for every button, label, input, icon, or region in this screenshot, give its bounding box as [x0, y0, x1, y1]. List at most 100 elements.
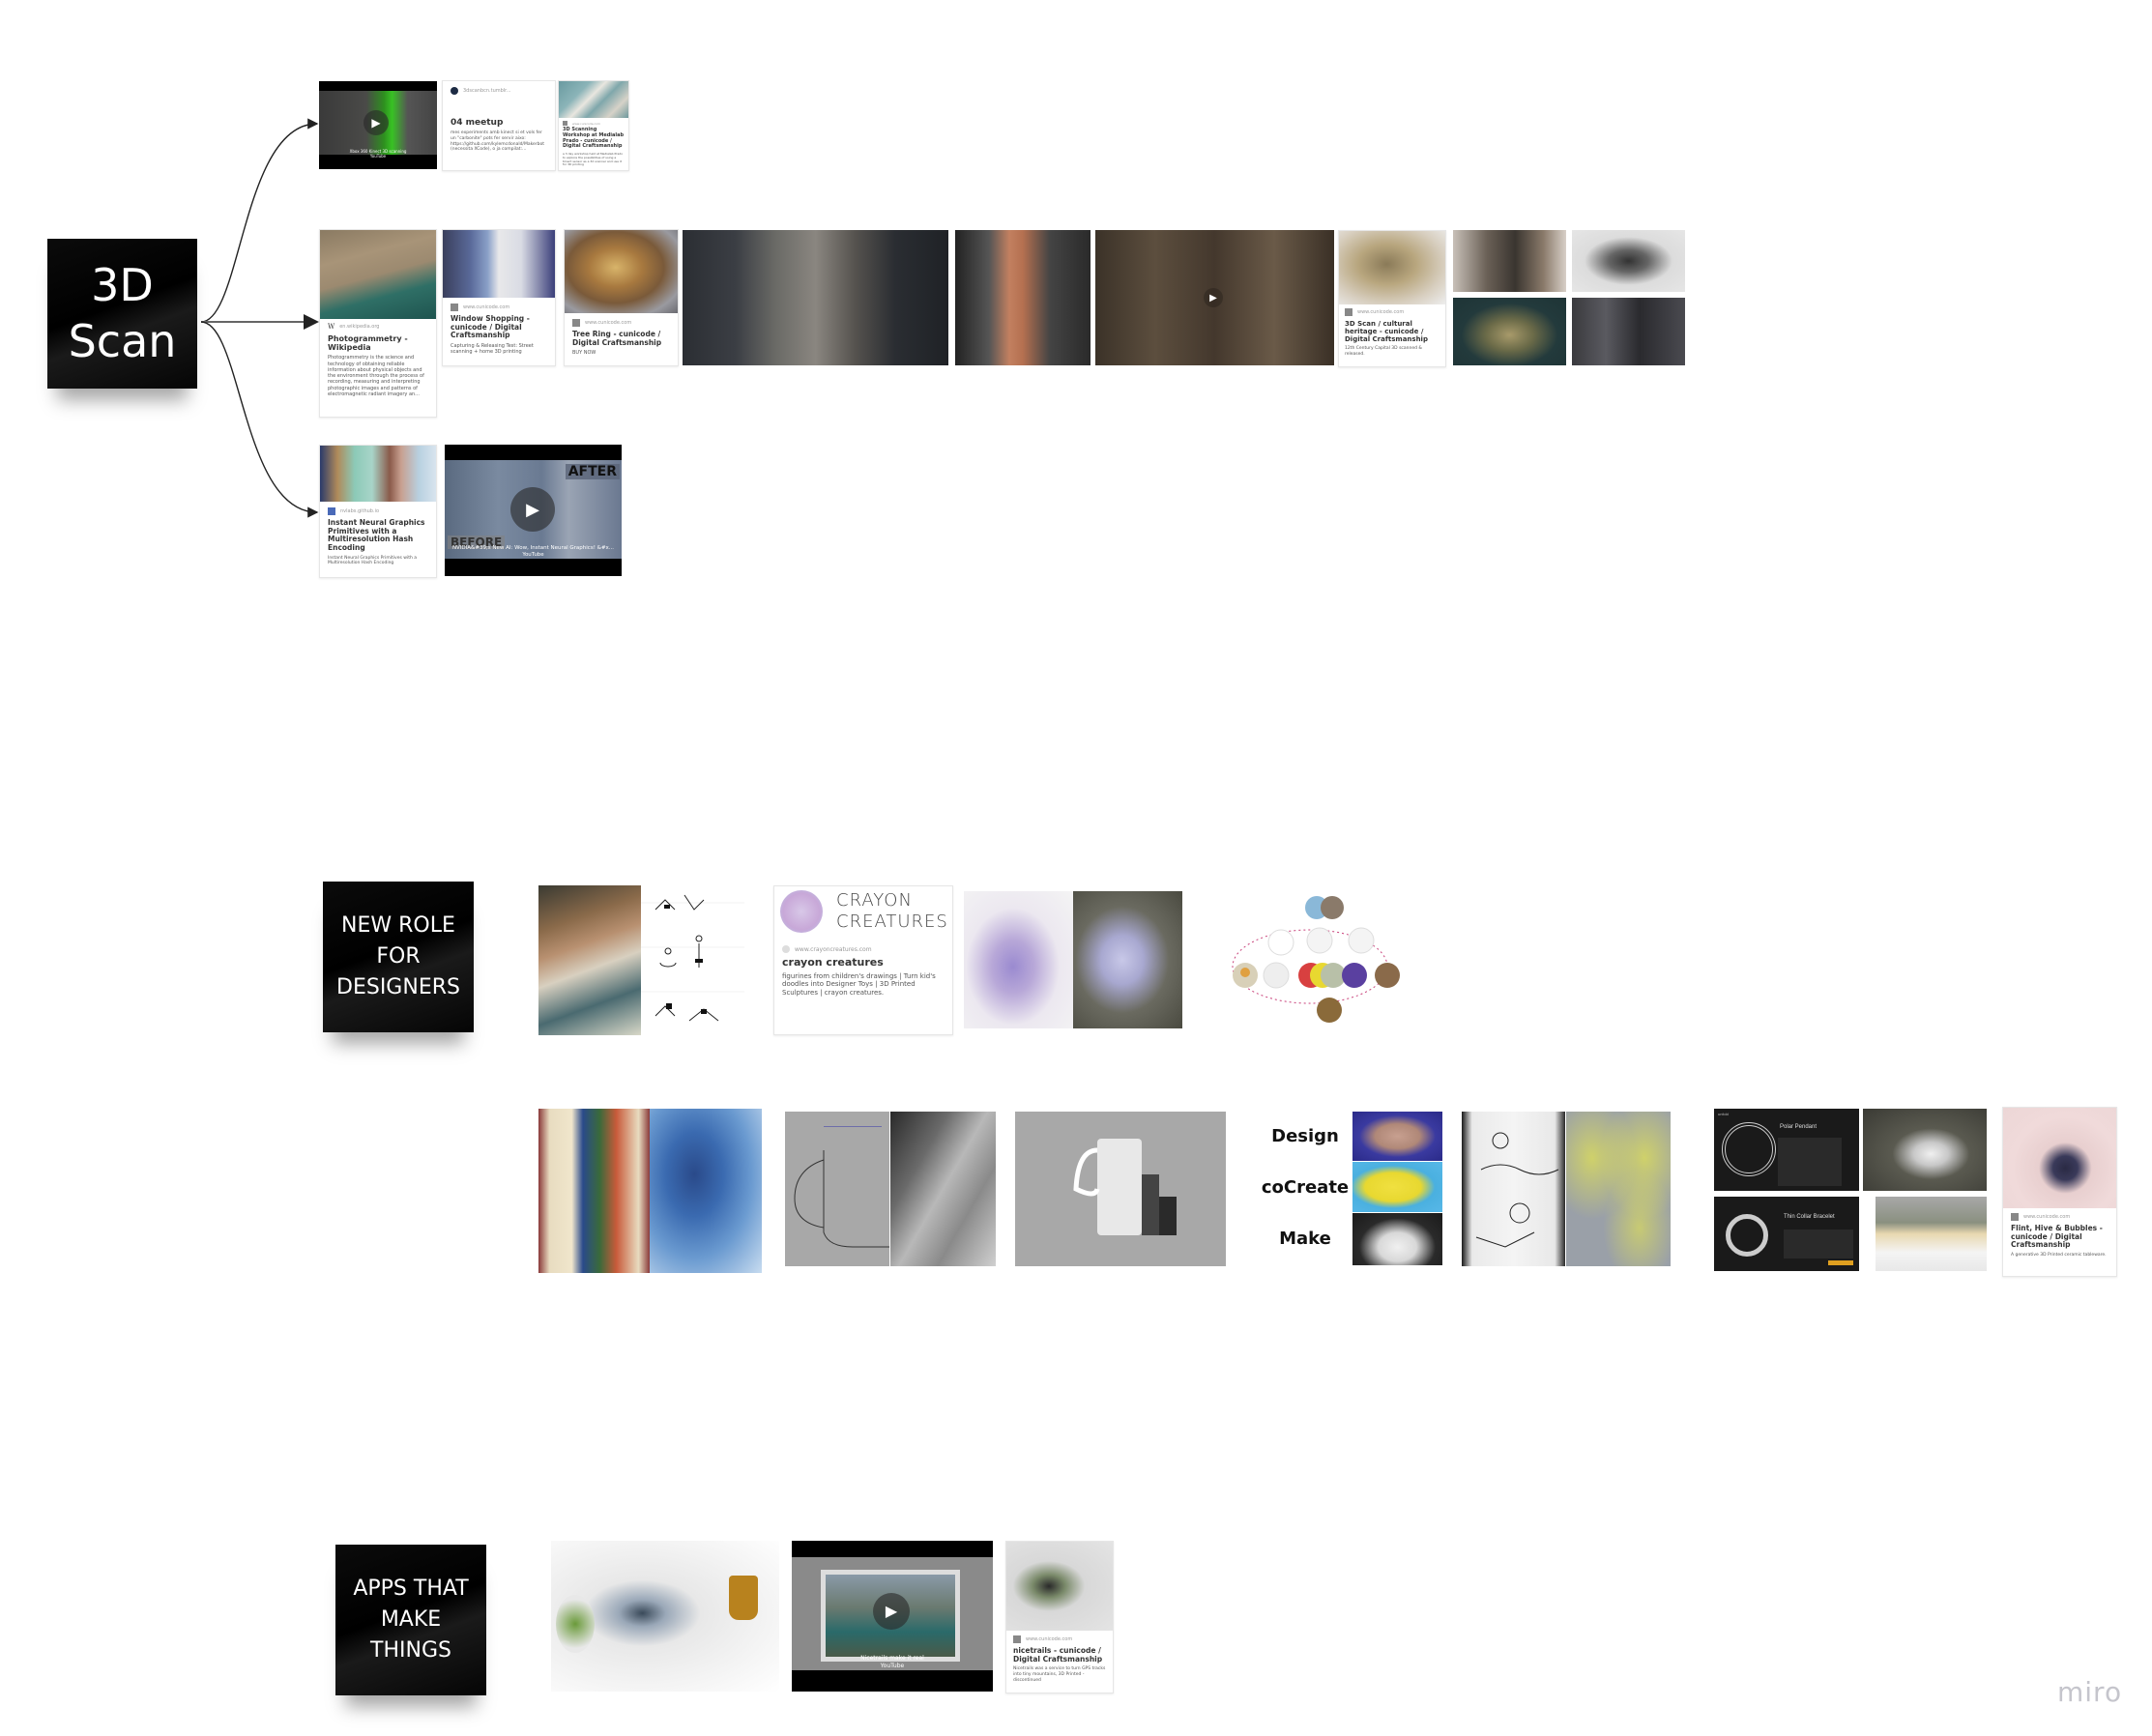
card-thumbnail [443, 230, 555, 298]
crayon-creatures-logo: CRAYON CREATURES [774, 886, 952, 940]
image-scanned-statues[interactable] [1453, 298, 1566, 365]
card-description: a 3 day workshop held at Medialab Prado … [563, 152, 624, 167]
label-make: Make [1279, 1229, 1331, 1249]
image-polyhedron-yellow[interactable] [1352, 1162, 1442, 1212]
video-capital-scan[interactable]: ▶ [1095, 230, 1334, 365]
card-title: Flint, Hive & Bubbles - cunicode / Digit… [2011, 1224, 2103, 1250]
sticky-apps-that-make-things[interactable]: APPS THAT MAKE THINGS [335, 1545, 486, 1695]
link-card-04-meetup[interactable]: 3dscanbcn.tumblr... 04 meetup mes experi… [442, 80, 556, 171]
image-hands-carving[interactable] [890, 1112, 996, 1266]
image-cup-technical-drawing[interactable] [785, 1112, 889, 1266]
link-card-window-shopping[interactable]: www.cunicode.com Window Shopping - cunic… [442, 229, 556, 366]
play-icon[interactable]: ▶ [1204, 288, 1223, 307]
image-medieval-goldsmith[interactable] [538, 1109, 650, 1273]
video-source: YouTube [522, 552, 544, 559]
sticky-line-2: FOR [376, 944, 421, 969]
card-thumbnail [320, 446, 436, 502]
site-favicon [1345, 308, 1352, 316]
pot-plant [729, 1576, 758, 1620]
cups-render-svg [1073, 1139, 1177, 1235]
image-car-designers-vintage[interactable] [538, 885, 641, 1035]
bracelet-title: Thin Collar Bracelet [1784, 1214, 1835, 1220]
play-icon[interactable]: ▶ [510, 487, 555, 532]
link-card-instant-neural-graphics[interactable]: nvlabs.github.io Instant Neural Graphics… [319, 445, 437, 578]
video-kinect-scanning[interactable]: ▶ Xbox 360 Kinect 3D scanning YouTube [319, 81, 437, 169]
card-title: Photogrammetry - Wikipedia [328, 334, 408, 353]
image-photogrammetry-software-screenshot[interactable] [683, 230, 948, 365]
image-point-cloud-screenshot[interactable] [955, 230, 1091, 365]
cycle-diagram-svg [1232, 896, 1400, 1023]
site-favicon [451, 87, 458, 95]
video-caption: Nicetrails make it real [860, 1655, 924, 1662]
card-site: nvlabs.github.io [340, 508, 380, 514]
sticky-3d-scan[interactable]: 3D Scan [47, 239, 197, 389]
card-thumbnail [320, 230, 436, 319]
link-card-photogrammetry-wikipedia[interactable]: Wen.wikipedia.org Photogrammetry - Wikip… [319, 229, 437, 418]
image-giraffe-drawing[interactable] [964, 891, 1073, 1028]
image-polyhedron-vase[interactable] [1352, 1213, 1442, 1265]
image-bracelet-app[interactable]: Thin Collar Bracelet [1714, 1197, 1859, 1271]
site-favicon [328, 507, 335, 515]
card-description: Nicetrails was a service to turn GPS tra… [1013, 1666, 1106, 1683]
crayon-face-icon [780, 890, 823, 933]
video-nvidia-instant-neural-graphics[interactable]: AFTER BEFORE ▶ NVIDIA&#39;s New AI: Wow,… [445, 445, 622, 576]
image-scanned-object-gray[interactable] [1572, 230, 1685, 292]
image-giraffe-3d-print[interactable] [1073, 891, 1182, 1028]
image-woman-wearing-pendant[interactable] [1876, 1197, 1987, 1271]
video-source: YouTube [880, 1662, 905, 1669]
card-title: Tree Ring - cunicode / Digital Craftsman… [572, 330, 662, 347]
link-card-flint-hive-bubbles[interactable]: www.cunicode.com Flint, Hive & Bubbles -… [2002, 1107, 2117, 1277]
card-description: figurines from children's drawings | Tur… [782, 971, 936, 998]
image-yoga-poses-sketches[interactable] [641, 885, 744, 1035]
video-source: YouTube [369, 154, 387, 159]
card-site: www.cunicode.com [585, 320, 632, 326]
card-site: www.cunicode.com [1357, 309, 1405, 315]
pose-sketch-figures [654, 894, 719, 1022]
play-icon[interactable]: ▶ [873, 1593, 910, 1630]
card-site: www.crayoncreatures.com [795, 945, 872, 953]
site-favicon [563, 121, 567, 126]
card-description: A generative 3D Printed ceramic tablewar… [2011, 1252, 2107, 1258]
card-site: en.wikipedia.org [339, 324, 380, 330]
image-polyhedron-render[interactable] [1352, 1112, 1442, 1161]
sticky-new-role-for-designers[interactable]: NEW ROLE FOR DESIGNERS [323, 882, 474, 1032]
link-card-nicetrails[interactable]: www.cunicode.com nicetrails - cunicode /… [1005, 1541, 1114, 1693]
video-nicetrails[interactable]: ▶ Nicetrails make it real YouTube [792, 1541, 993, 1692]
card-description: BUY NOW [572, 350, 596, 357]
link-card-crayon-creatures[interactable]: CRAYON CREATURES www.crayoncreatures.com… [773, 885, 953, 1035]
image-polar-pendant-app[interactable]: unfold Polar Pendant [1714, 1109, 1859, 1191]
miro-logo: miro [2057, 1676, 2123, 1708]
card-title: 04 meetup [451, 118, 504, 128]
image-stacked-cups-3d-model[interactable] [1015, 1112, 1226, 1266]
image-tiny-mountain-print[interactable] [551, 1541, 779, 1692]
card-thumbnail [565, 230, 678, 313]
site-favicon [451, 304, 458, 311]
card-site: www.cunicode.com [572, 121, 600, 126]
image-scanned-interior[interactable] [1572, 298, 1685, 365]
image-cad-viewports-yellow[interactable] [1566, 1112, 1671, 1266]
image-circuit-board[interactable] [650, 1109, 762, 1273]
connector-to-row1 [200, 118, 319, 323]
card-title: nicetrails - cunicode / Digital Craftsma… [1013, 1646, 1103, 1664]
card-description: Capturing & Releasing Test: Street scann… [451, 342, 534, 356]
play-icon[interactable]: ▶ [364, 110, 389, 135]
card-description: Photogrammetry is the science and techno… [328, 355, 424, 397]
card-thumbnail [559, 81, 628, 118]
diagram-cocreation-cycle[interactable] [1213, 889, 1407, 1025]
link-card-tree-ring[interactable]: www.cunicode.com Tree Ring - cunicode / … [564, 229, 679, 366]
brand-label: unfold [1718, 1112, 1729, 1116]
card-title: crayon creatures [782, 956, 884, 969]
card-site: www.cunicode.com [463, 304, 510, 310]
cup-drawing-lines [794, 1126, 889, 1248]
sticky-3d-scan-line1: 3D [91, 259, 154, 311]
video-caption: NVIDIA&#39;s New AI: Wow, Instant Neural… [451, 545, 615, 551]
card-thumbnail [2003, 1108, 2116, 1208]
image-workshop-room[interactable] [1453, 230, 1566, 292]
after-label: AFTER [565, 464, 620, 479]
image-sketchbook[interactable] [1462, 1112, 1565, 1266]
image-pendant-on-rock[interactable] [1863, 1109, 1987, 1191]
link-card-3d-scanning-workshop[interactable]: www.cunicode.com 3D Scanning Workshop at… [558, 80, 629, 171]
card-title: Window Shopping - cunicode / Digital Cra… [451, 314, 530, 340]
link-card-3d-scan-cultural-heritage[interactable]: www.cunicode.com 3D Scan / cultural heri… [1338, 230, 1446, 367]
sketch-scribbles [1475, 1132, 1559, 1248]
